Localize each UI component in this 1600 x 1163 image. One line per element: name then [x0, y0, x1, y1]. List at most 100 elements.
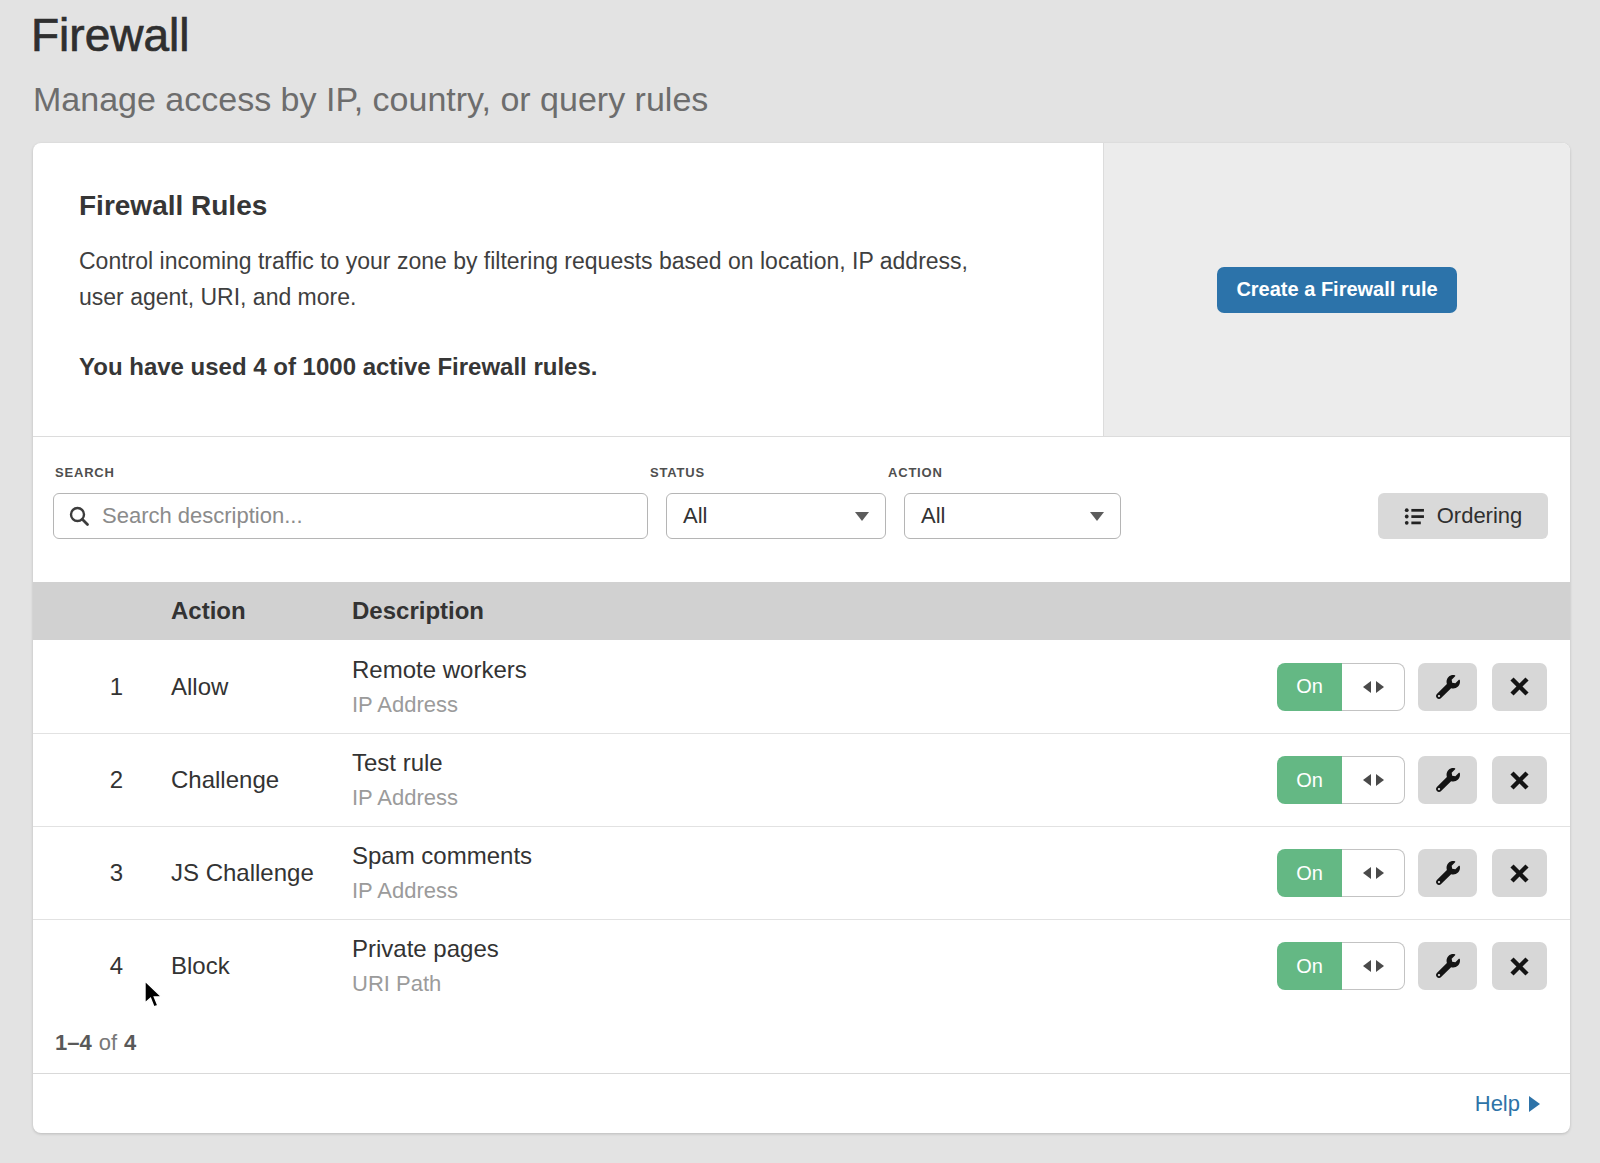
toggle-arrows[interactable]: [1342, 942, 1405, 990]
wrench-icon: [1436, 861, 1460, 885]
rule-controls: On: [1277, 663, 1570, 711]
toggle-arrows[interactable]: [1342, 756, 1405, 804]
status-value: All: [683, 503, 707, 529]
rule-priority: 1: [33, 673, 145, 701]
ordering-button[interactable]: Ordering: [1378, 493, 1548, 539]
chevron-right-icon: [1529, 1096, 1540, 1112]
edit-rule-button[interactable]: [1418, 849, 1477, 897]
arrow-left-icon: [1363, 867, 1371, 879]
wrench-icon: [1436, 675, 1460, 699]
status-label: STATUS: [650, 465, 886, 480]
create-firewall-rule-button[interactable]: Create a Firewall rule: [1217, 267, 1457, 313]
edit-rule-button[interactable]: [1418, 663, 1477, 711]
delete-rule-button[interactable]: [1492, 942, 1547, 990]
arrow-right-icon: [1376, 867, 1384, 879]
filters-bar: SEARCH STATUS All ACTION All Ordering: [33, 437, 1570, 582]
arrow-left-icon: [1363, 681, 1371, 693]
firewall-rule-row: 4 Block Private pages URI Path On: [33, 919, 1570, 1012]
rule-match-type: IP Address: [352, 692, 1277, 718]
table-header: Action Description: [33, 582, 1570, 640]
rule-description: Spam comments IP Address: [352, 842, 1277, 904]
chevron-down-icon: [1090, 512, 1104, 521]
rule-action: Allow: [145, 673, 352, 701]
firewall-card: Firewall Rules Control incoming traffic …: [33, 143, 1570, 1133]
toggle-on-state: On: [1277, 849, 1342, 897]
toggle-on-state: On: [1277, 756, 1342, 804]
close-icon: [1509, 863, 1530, 884]
delete-rule-button[interactable]: [1492, 663, 1547, 711]
firewall-rules-intro: Firewall Rules Control incoming traffic …: [33, 143, 1103, 436]
rule-controls: On: [1277, 756, 1570, 804]
action-select[interactable]: All: [904, 493, 1121, 539]
rule-enabled-toggle[interactable]: On: [1277, 663, 1405, 711]
action-group: ACTION All: [886, 465, 1121, 539]
close-icon: [1509, 956, 1530, 977]
arrow-right-icon: [1376, 681, 1384, 693]
rule-priority: 2: [33, 766, 145, 794]
status-select[interactable]: All: [666, 493, 886, 539]
usage-summary: You have used 4 of 1000 active Firewall …: [79, 353, 1103, 381]
arrow-left-icon: [1363, 774, 1371, 786]
rule-description-title: Spam comments: [352, 842, 1277, 870]
rule-description: Test rule IP Address: [352, 749, 1277, 811]
search-label: SEARCH: [55, 465, 648, 480]
page-title: Firewall: [31, 8, 189, 62]
rule-description-title: Test rule: [352, 749, 1277, 777]
wrench-icon: [1436, 768, 1460, 792]
firewall-rule-row: 3 JS Challenge Spam comments IP Address …: [33, 826, 1570, 919]
delete-rule-button[interactable]: [1492, 849, 1547, 897]
help-link[interactable]: Help: [1475, 1091, 1540, 1117]
rule-action: JS Challenge: [145, 859, 352, 887]
search-input[interactable]: [100, 502, 633, 530]
rule-description-title: Private pages: [352, 935, 1277, 963]
action-label: ACTION: [888, 465, 1121, 480]
help-label: Help: [1475, 1091, 1520, 1117]
edit-rule-button[interactable]: [1418, 942, 1477, 990]
page-subtitle: Manage access by IP, country, or query r…: [33, 80, 708, 119]
firewall-rule-row: 2 Challenge Test rule IP Address On: [33, 733, 1570, 826]
arrow-right-icon: [1376, 774, 1384, 786]
mouse-cursor: [143, 980, 167, 1010]
chevron-down-icon: [855, 512, 869, 521]
rule-match-type: URI Path: [352, 971, 1277, 997]
action-value: All: [921, 503, 945, 529]
card-footer: Help: [33, 1073, 1570, 1133]
rule-enabled-toggle[interactable]: On: [1277, 942, 1405, 990]
rule-description-title: Remote workers: [352, 656, 1277, 684]
rule-enabled-toggle[interactable]: On: [1277, 849, 1405, 897]
close-icon: [1509, 676, 1530, 697]
rule-action: Block: [145, 952, 352, 980]
rule-priority: 4: [33, 952, 145, 980]
page-range-of: of: [99, 1030, 117, 1056]
rule-controls: On: [1277, 849, 1570, 897]
search-group: SEARCH: [53, 465, 648, 539]
rule-match-type: IP Address: [352, 785, 1277, 811]
toggle-arrows[interactable]: [1342, 849, 1405, 897]
ordered-list-icon: [1404, 506, 1425, 527]
search-icon: [68, 505, 90, 527]
firewall-rule-row: 1 Allow Remote workers IP Address On: [33, 640, 1570, 733]
rule-priority: 3: [33, 859, 145, 887]
status-group: STATUS All: [648, 465, 886, 539]
wrench-icon: [1436, 954, 1460, 978]
firewall-rules-header-section: Firewall Rules Control incoming traffic …: [33, 143, 1570, 437]
rules-table-body: 1 Allow Remote workers IP Address On 2 C…: [33, 640, 1570, 1012]
toggle-on-state: On: [1277, 942, 1342, 990]
cta-panel: Create a Firewall rule: [1103, 143, 1570, 436]
close-icon: [1509, 770, 1530, 791]
arrow-left-icon: [1363, 960, 1371, 972]
pagination: 1–4 of 4: [33, 1012, 1570, 1073]
rule-enabled-toggle[interactable]: On: [1277, 756, 1405, 804]
column-header-action: Action: [145, 597, 352, 625]
edit-rule-button[interactable]: [1418, 756, 1477, 804]
rule-description: Remote workers IP Address: [352, 656, 1277, 718]
arrow-right-icon: [1376, 960, 1384, 972]
rule-action: Challenge: [145, 766, 352, 794]
toggle-arrows[interactable]: [1342, 663, 1405, 711]
page-range: 1–4: [55, 1030, 92, 1056]
delete-rule-button[interactable]: [1492, 756, 1547, 804]
ordering-label: Ordering: [1437, 503, 1523, 529]
section-description: Control incoming traffic to your zone by…: [79, 243, 969, 315]
page-total: 4: [124, 1030, 136, 1056]
toggle-on-state: On: [1277, 663, 1342, 711]
